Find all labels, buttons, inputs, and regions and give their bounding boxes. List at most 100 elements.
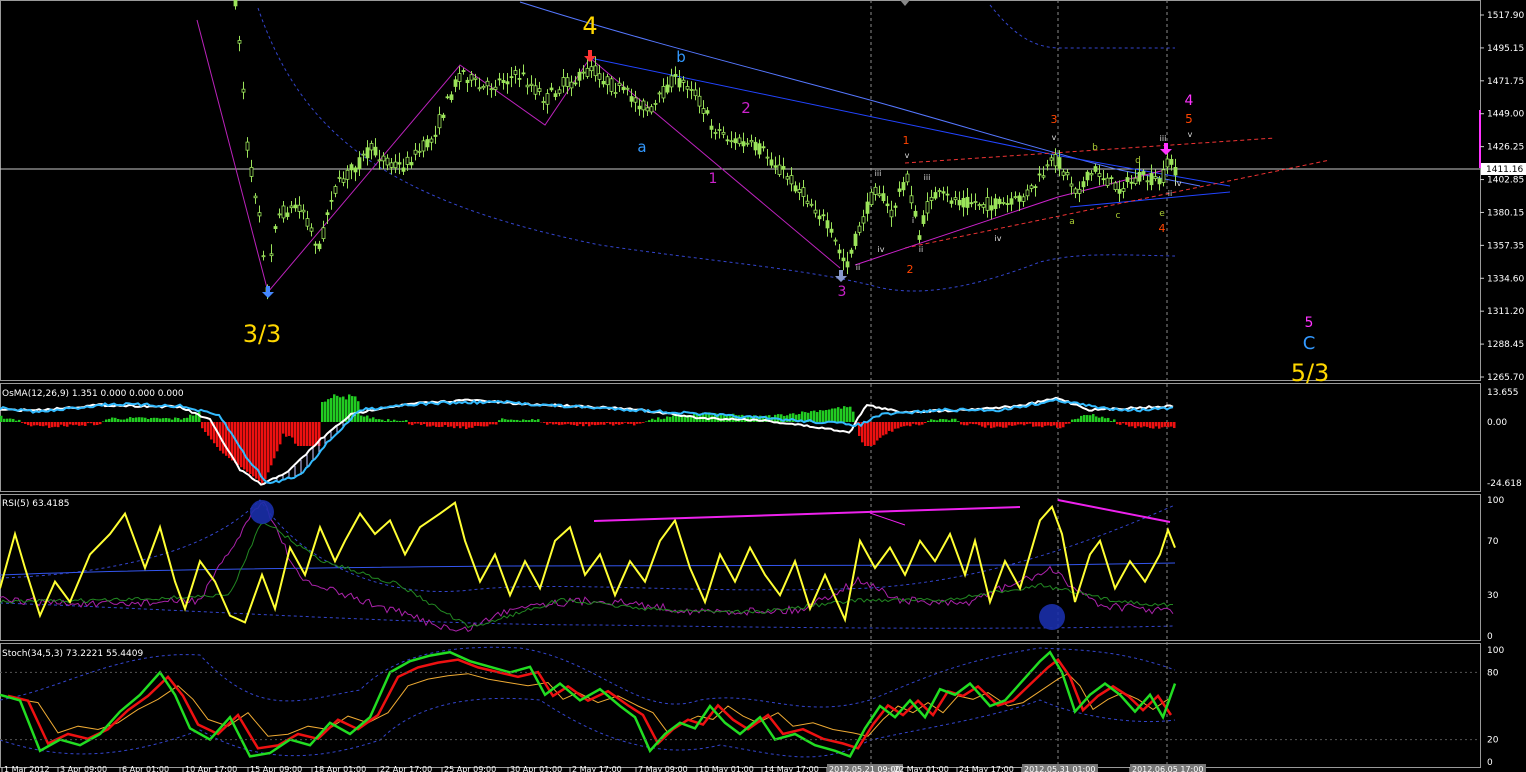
osma-bar [309,422,312,446]
osma-bar [402,420,405,422]
wave-label: v [905,151,910,160]
price-tick-label: 1311.20 [1487,307,1524,317]
wave-label: iii [924,173,931,182]
rsi-label: RSI(5) 63.4185 [2,499,69,509]
candle-body [513,70,518,75]
candle-body [273,226,278,230]
candle-body [705,110,710,114]
osma-bar [474,422,477,426]
osma-bar [1134,422,1137,429]
osma-bar [516,419,519,422]
date-tick-label: 10 May 01:00 [699,765,754,772]
price-tick-label: 1449.00 [1487,110,1524,120]
osma-bar [654,419,657,422]
candle-body [849,249,854,254]
candle-body [269,253,274,257]
candle-body [377,159,382,162]
osma-bar [513,419,516,422]
osma-bar [273,422,276,459]
candle-body [393,161,398,169]
candle-body [249,166,254,177]
osma-bar [984,422,987,428]
osma-bar [207,422,210,436]
osma-bar [876,422,879,441]
candle-body [869,191,874,205]
osma-bar [720,414,723,422]
candle-body [649,106,654,113]
osma-tick-label: -24.618 [1487,479,1522,489]
candle-body [277,213,282,216]
current-price-label: 1411.16 [1486,165,1523,175]
osma-bar [1050,422,1053,427]
candle-body [1137,171,1142,182]
osma-bar [171,419,174,422]
osma-bar [921,422,924,425]
candle-body [957,199,962,206]
wave-label: iv [995,234,1002,243]
candle-body [1153,176,1158,179]
osma-bar [18,419,21,422]
wave-label: i [912,216,914,225]
osma-bar [282,422,285,434]
candle-body [913,210,918,217]
osma-bar [111,417,114,422]
osma-bar [264,422,267,480]
osma-bar [0,415,3,422]
osma-bar [438,422,441,428]
osma-bar [930,419,933,422]
osma-bar [288,422,291,436]
osma-bar [477,422,480,426]
wave-label: iii [1160,134,1167,143]
osma-bar [846,407,849,422]
candle-body [1005,203,1010,205]
candle-body [561,77,566,87]
osma-bar [174,417,177,422]
candle-body [717,129,722,131]
osma-bar [342,396,345,422]
osma-bar [867,422,870,446]
osma-bar [1161,422,1164,428]
osma-bar [447,422,450,427]
osma-bar [1002,422,1005,428]
candle-body [1097,173,1102,177]
osma-bar [489,422,492,425]
candle-body [285,212,290,217]
candle-body [953,197,958,201]
wave-label: 1 [709,171,718,187]
osma-bar [600,422,603,425]
candle-body [857,225,862,233]
candle-body [489,88,494,91]
candle-body [565,77,570,87]
osma-bar [603,422,606,425]
candle-body [353,167,358,173]
osma-bar [501,418,504,422]
candle-body [1117,189,1122,194]
osma-bar [618,422,621,425]
candle-body [257,212,262,217]
candle-body [1141,171,1146,175]
osma-bar [816,412,819,422]
osma-bar [531,419,534,422]
osma-bar [1089,415,1092,422]
candle-body [993,198,998,209]
osma-bar [192,415,195,422]
candle-body [897,188,902,192]
osma-bar [591,422,594,425]
price-tick-label: 1357.35 [1487,241,1524,251]
wave-label: 5 [1305,315,1314,331]
price-tick-label: 1517.90 [1487,11,1524,21]
osma-bar [636,422,639,424]
candle-body [1077,188,1082,194]
osma-bar [54,422,57,427]
osma-bar [1164,422,1167,427]
candle-body [617,82,622,86]
osma-bar [60,422,63,425]
candle-body [425,139,430,148]
osma-bar [1092,414,1095,422]
candle-body [477,87,482,90]
wave-label: 4 [582,12,597,40]
osma-bar [492,422,495,425]
candle-body [317,243,322,250]
osma-bar [9,418,12,422]
osma-bar [624,422,627,423]
